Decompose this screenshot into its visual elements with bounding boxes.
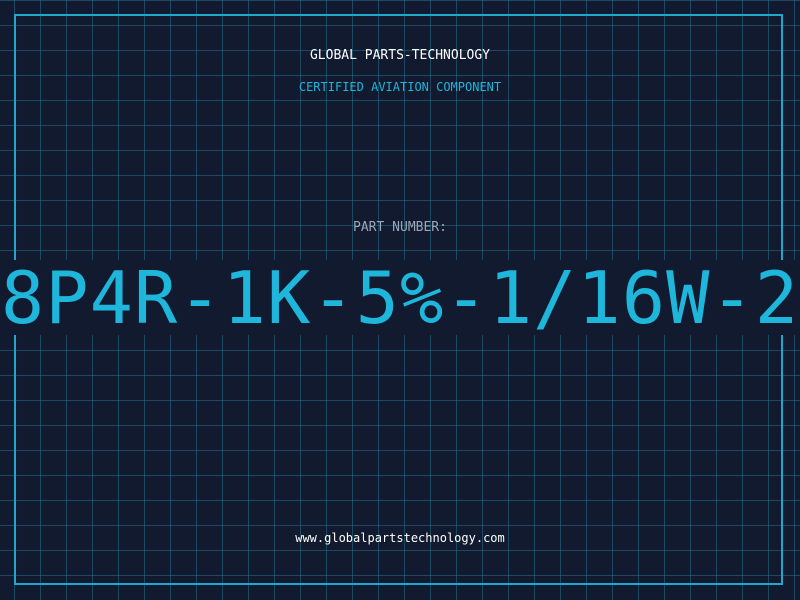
part-number-band: 8P4R-1K-5%-1/16W-2	[0, 260, 800, 335]
part-card: GLOBAL PARTS-TECHNOLOGY CERTIFIED AVIATI…	[0, 0, 800, 600]
part-number-label: PART NUMBER:	[353, 220, 447, 235]
certification-subtitle: CERTIFIED AVIATION COMPONENT	[298, 80, 502, 94]
website-url: www.globalpartstechnology.com	[295, 531, 505, 545]
part-number-value: 8P4R-1K-5%-1/16W-2	[0, 260, 800, 335]
company-name: GLOBAL PARTS-TECHNOLOGY	[309, 48, 490, 63]
